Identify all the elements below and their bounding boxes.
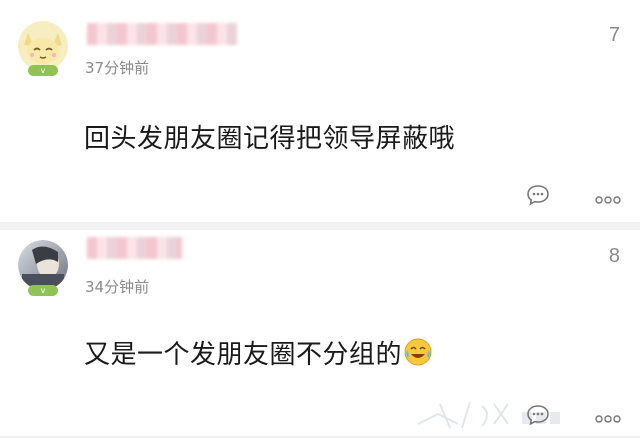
comment-text: 又是一个发朋友圈不分组的 (84, 340, 403, 370)
avatar[interactable] (18, 21, 68, 71)
comment-text-wrap: 又是一个发朋友圈不分组的 (84, 334, 432, 373)
watermark (410, 394, 590, 434)
more-button[interactable] (594, 410, 622, 423)
comment-bubble-icon (527, 405, 549, 426)
comment-item: v 37分钟前 7 回头发朋友圈记得把领导屏蔽哦 (0, 0, 640, 222)
comment-bubble-icon (527, 185, 549, 206)
username-blurred[interactable] (87, 237, 182, 259)
comment-text: 回头发朋友圈记得把领导屏蔽哦 (84, 124, 456, 154)
reply-button[interactable] (526, 184, 550, 206)
floor-number: 8 (608, 245, 620, 267)
comment-item: v 34分钟前 8 又是一个发朋友圈不分组的 (0, 230, 640, 436)
level-badge: v (28, 65, 58, 76)
more-dots-icon (595, 415, 621, 423)
cat-avatar-icon (18, 21, 68, 71)
username-blurred[interactable] (87, 23, 237, 45)
more-button[interactable] (594, 191, 622, 204)
comment-time: 37分钟前 (85, 59, 150, 77)
photo-avatar-icon (18, 240, 68, 290)
comment-time: 34分钟前 (85, 278, 150, 296)
avatar[interactable] (18, 240, 68, 290)
more-dots-icon (595, 196, 621, 204)
comment-feed: v 37分钟前 7 回头发朋友圈记得把领导屏蔽哦 v 34分钟前 8 又是一个发… (0, 0, 640, 436)
floor-number: 7 (608, 24, 620, 46)
laughing-tears-emoji (404, 338, 432, 373)
level-badge: v (28, 285, 58, 296)
reply-button[interactable] (526, 404, 550, 426)
